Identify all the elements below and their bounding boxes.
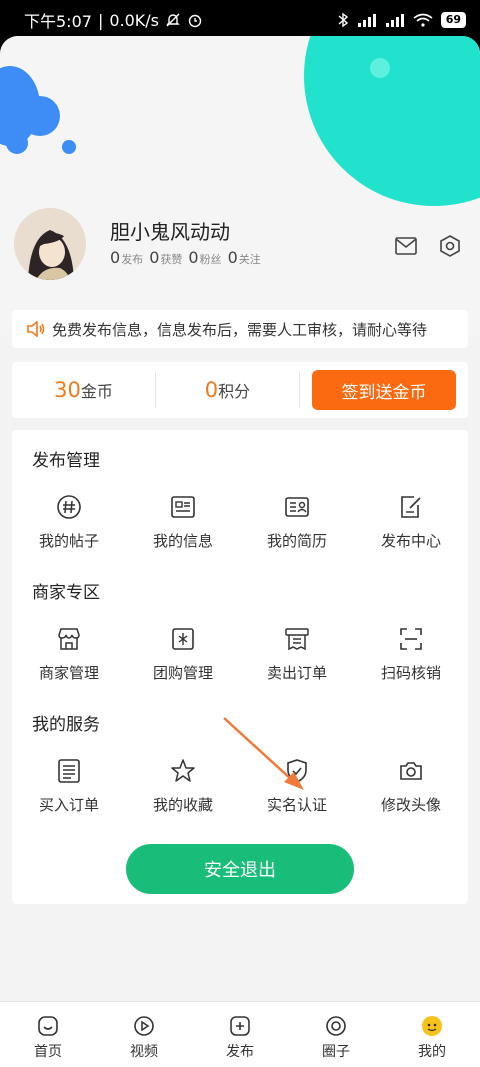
divider (299, 372, 300, 408)
notice-bar: 免费发布信息，信息发布后，需要人工审核，请耐心等待 (12, 310, 468, 348)
profile-header: 胆小鬼风动动 0发布 0获赞 0粉丝 0关注 (14, 208, 466, 288)
mail-icon[interactable] (394, 234, 418, 258)
notice-text: 免费发布信息，信息发布后，需要人工审核，请耐心等待 (52, 320, 428, 339)
decor-blob (6, 132, 28, 154)
coins-balance[interactable]: 30金币 (12, 378, 155, 402)
signal-icon-2 (385, 14, 404, 27)
stat-following[interactable]: 0关注 (228, 248, 261, 267)
my-resume-button[interactable]: 我的简历 (240, 492, 354, 551)
tab-video[interactable]: 视频 (96, 1002, 192, 1067)
tab-circle[interactable]: 圈子 (288, 1002, 384, 1067)
scan-icon (396, 624, 426, 654)
wallet-bar: 30金币 0积分 签到送金币 (12, 362, 468, 418)
decor-dot (370, 58, 390, 78)
sold-orders-button[interactable]: 卖出订单 (240, 624, 354, 683)
publish-center-button[interactable]: 发布中心 (354, 492, 468, 551)
bottom-tab-bar: 首页 视频 发布 圈子 我的 (0, 1001, 480, 1067)
profile-page: 胆小鬼风动动 0发布 0获赞 0粉丝 0关注 免费发布信息，信息发布后，需要人工… (0, 36, 480, 1067)
receipt-icon (282, 624, 312, 654)
video-icon (132, 1014, 156, 1038)
signal-icon (357, 14, 376, 27)
my-posts-button[interactable]: 我的帖子 (12, 492, 126, 551)
my-info-button[interactable]: 我的信息 (126, 492, 240, 551)
bluetooth-icon (338, 12, 348, 28)
decor-blob (20, 96, 60, 136)
annotation-arrow-icon (223, 717, 304, 790)
camera-icon (396, 756, 426, 786)
avatar[interactable] (14, 208, 86, 280)
speaker-icon (27, 321, 45, 337)
decor-blob (62, 140, 76, 154)
info-card-icon (168, 492, 198, 522)
alarm-off-icon (166, 13, 180, 27)
status-time: 下午5:07 (24, 12, 92, 31)
logout-button[interactable]: 安全退出 (126, 844, 354, 894)
profile-stats: 0发布 0获赞 0粉丝 0关注 (110, 248, 261, 267)
wifi-icon (413, 13, 433, 27)
stat-fans[interactable]: 0粉丝 (188, 248, 221, 267)
me-icon (420, 1014, 444, 1038)
home-icon (36, 1014, 60, 1038)
tab-me[interactable]: 我的 (384, 1002, 480, 1067)
sign-in-button[interactable]: 签到送金币 (312, 370, 456, 410)
points-balance[interactable]: 0积分 (156, 378, 299, 402)
section-title-publish: 发布管理 (32, 451, 100, 471)
resume-icon (282, 492, 312, 522)
battery-icon: 69 (440, 12, 466, 28)
scan-verify-button[interactable]: 扫码核销 (354, 624, 468, 683)
group-buy-manage-button[interactable]: 团购管理 (126, 624, 240, 683)
add-icon (228, 1014, 252, 1038)
avatar-image (14, 208, 86, 280)
order-list-icon (54, 756, 84, 786)
alarm-clock-icon (188, 14, 202, 28)
stat-likes[interactable]: 0获赞 (149, 248, 182, 267)
merchant-manage-button[interactable]: 商家管理 (12, 624, 126, 683)
hashtag-icon (54, 492, 84, 522)
stat-posts[interactable]: 0发布 (110, 248, 143, 267)
change-avatar-button[interactable]: 修改头像 (354, 756, 468, 815)
username: 胆小鬼风动动 (110, 220, 230, 244)
publish-grid: 我的帖子 我的信息 我的简历 发布中心 (12, 492, 468, 551)
edit-icon (396, 492, 426, 522)
buy-orders-button[interactable]: 买入订单 (12, 756, 126, 815)
menu-panel: 发布管理 我的帖子 我的信息 我的简历 发布中心 商家专区 商家管理 团购管理 … (12, 430, 468, 904)
status-speed: 0.0K/s (109, 10, 159, 30)
circle-icon (324, 1014, 348, 1038)
merchant-grid: 商家管理 团购管理 卖出订单 扫码核销 (12, 624, 468, 683)
settings-icon[interactable] (438, 234, 462, 258)
tab-publish[interactable]: 发布 (192, 1002, 288, 1067)
group-buy-icon (168, 624, 198, 654)
section-title-services: 我的服务 (32, 715, 100, 735)
section-title-merchant: 商家专区 (32, 583, 100, 603)
store-icon (54, 624, 84, 654)
star-icon (168, 756, 198, 786)
status-bar: 下午5:07 | 0.0K/s 69 (0, 0, 480, 40)
tab-home[interactable]: 首页 (0, 1002, 96, 1067)
